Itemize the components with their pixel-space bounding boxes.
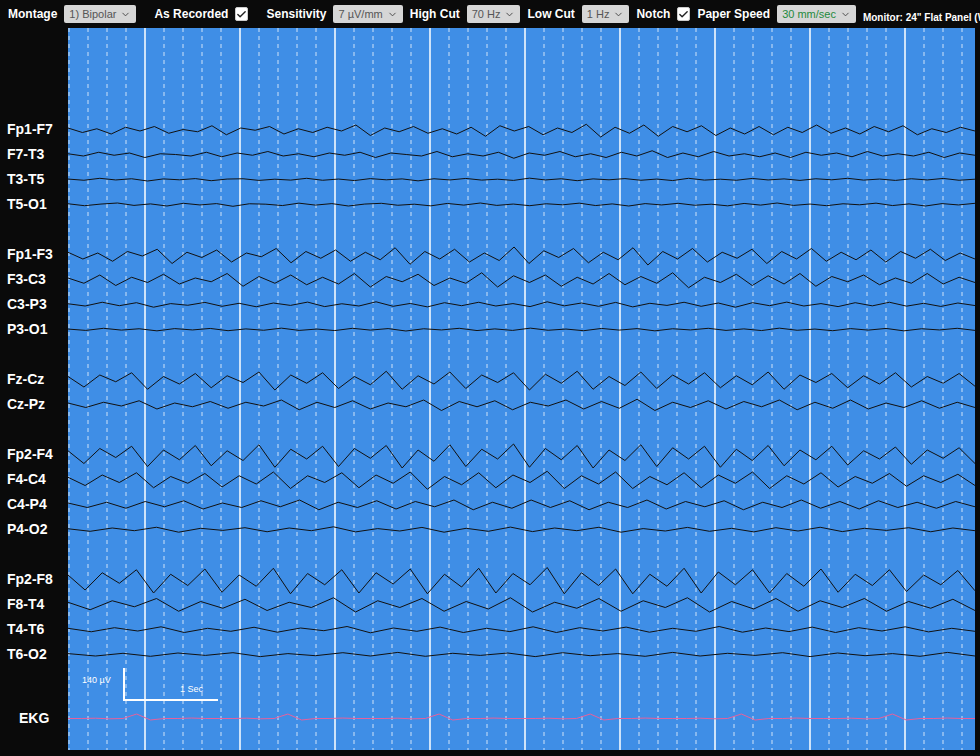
eeg-trace bbox=[68, 467, 975, 492]
trace-group bbox=[68, 242, 975, 342]
channel-label: T3-T5 bbox=[7, 167, 68, 192]
eeg-trace bbox=[68, 267, 975, 292]
channel-label: F4-C4 bbox=[7, 467, 68, 492]
chevron-down-icon bbox=[613, 9, 624, 20]
eeg-viewer: Montage 1) Bipolar As Recorded Sensitivity 7… bbox=[0, 0, 980, 756]
channel-label: P3-O1 bbox=[7, 317, 68, 342]
channel-label: Fp1-F3 bbox=[7, 242, 68, 267]
channel-label: F8-T4 bbox=[7, 592, 68, 617]
trace-group bbox=[68, 117, 975, 217]
toolbar-label: Paper Speed bbox=[697, 5, 770, 23]
eeg-trace bbox=[68, 242, 975, 267]
channel-label: P4-O2 bbox=[7, 517, 68, 542]
toolbar-label: Low Cut bbox=[527, 5, 574, 23]
label-group: Fp1-F7F7-T3T3-T5T5-O1 bbox=[7, 117, 68, 217]
high-cut-dropdown[interactable]: 70 Hz bbox=[467, 5, 521, 23]
channel-label: T4-T6 bbox=[7, 617, 68, 642]
channel-label: Fp2-F8 bbox=[7, 567, 68, 592]
montage-dropdown[interactable]: 1) Bipolar bbox=[64, 5, 136, 23]
eeg-trace bbox=[68, 642, 975, 667]
toolbar-label: Sensitivity bbox=[266, 5, 326, 23]
chevron-down-icon bbox=[387, 9, 398, 20]
check-icon bbox=[236, 9, 247, 20]
eeg-trace bbox=[68, 442, 975, 467]
toolbar: Montage 1) Bipolar As Recorded Sensitivity 7… bbox=[0, 0, 980, 28]
trace-panel: 140 µV 1 Sec bbox=[68, 28, 975, 750]
toolbar-label: High Cut bbox=[410, 5, 460, 23]
eeg-trace bbox=[68, 392, 975, 417]
time-scale-label: 1 Sec bbox=[180, 685, 203, 694]
channel-label: EKG bbox=[7, 706, 68, 731]
eeg-trace bbox=[68, 292, 975, 317]
ekg-trace bbox=[68, 706, 975, 731]
toolbar-label: As Recorded bbox=[154, 5, 228, 23]
channel-label: F7-T3 bbox=[7, 142, 68, 167]
eeg-trace bbox=[68, 167, 975, 192]
chevron-down-icon bbox=[504, 9, 515, 20]
eeg-trace bbox=[68, 592, 975, 617]
scale-bar-vertical bbox=[123, 668, 125, 700]
time-grid bbox=[68, 28, 975, 750]
chevron-down-icon bbox=[120, 9, 131, 20]
paper-speed-dropdown[interactable]: 30 mm/sec bbox=[777, 5, 856, 23]
sensitivity-dropdown[interactable]: 7 µV/mm bbox=[333, 5, 402, 23]
channel-label: C4-P4 bbox=[7, 492, 68, 517]
eeg-trace bbox=[68, 492, 975, 517]
toolbar-label: Notch bbox=[636, 5, 670, 23]
channel-label: Cz-Pz bbox=[7, 392, 68, 417]
channel-labels: Fp1-F7F7-T3T3-T5T5-O1 Fp1-F3F3-C3C3-P3P3-… bbox=[0, 28, 68, 756]
amplitude-scale-label: 140 µV bbox=[82, 674, 111, 688]
eeg-trace bbox=[68, 617, 975, 642]
low-cut-dropdown[interactable]: 1 Hz bbox=[582, 5, 630, 23]
label-group: Fp2-F4F4-C4C4-P4P4-O2 bbox=[7, 442, 68, 542]
eeg-trace bbox=[68, 192, 975, 217]
channel-label: Fz-Cz bbox=[7, 367, 68, 392]
check-icon bbox=[678, 9, 689, 20]
eeg-trace bbox=[68, 142, 975, 167]
channel-label: C3-P3 bbox=[7, 292, 68, 317]
as-recorded-checkbox[interactable] bbox=[235, 7, 248, 21]
channel-label: Fp2-F4 bbox=[7, 442, 68, 467]
eeg-trace bbox=[68, 567, 975, 592]
chevron-down-icon bbox=[840, 9, 851, 20]
trace-group bbox=[68, 567, 975, 667]
label-group: Fz-CzCz-Pz bbox=[7, 367, 68, 417]
eeg-trace bbox=[68, 317, 975, 342]
monitor-label: Monitor: 24" Flat Panel (Wide) bbox=[863, 10, 980, 25]
label-group: Fp2-F8F8-T4T4-T6T6-O2 bbox=[7, 567, 68, 667]
channel-label: T6-O2 bbox=[7, 642, 68, 667]
trace-group bbox=[68, 367, 975, 417]
trace-group bbox=[68, 442, 975, 542]
eeg-trace bbox=[68, 367, 975, 392]
channel-label: T5-O1 bbox=[7, 192, 68, 217]
eeg-trace bbox=[68, 117, 975, 142]
notch-checkbox[interactable] bbox=[677, 7, 690, 21]
channel-label: Fp1-F7 bbox=[7, 117, 68, 142]
eeg-trace bbox=[68, 517, 975, 542]
main-area: Fp1-F7F7-T3T3-T5T5-O1 Fp1-F3F3-C3C3-P3P3-… bbox=[0, 28, 980, 756]
toolbar-label: Montage bbox=[8, 5, 57, 23]
scale-bar-horizontal bbox=[123, 699, 218, 701]
label-group: Fp1-F3F3-C3C3-P3P3-O1 bbox=[7, 242, 68, 342]
channel-label: F3-C3 bbox=[7, 267, 68, 292]
